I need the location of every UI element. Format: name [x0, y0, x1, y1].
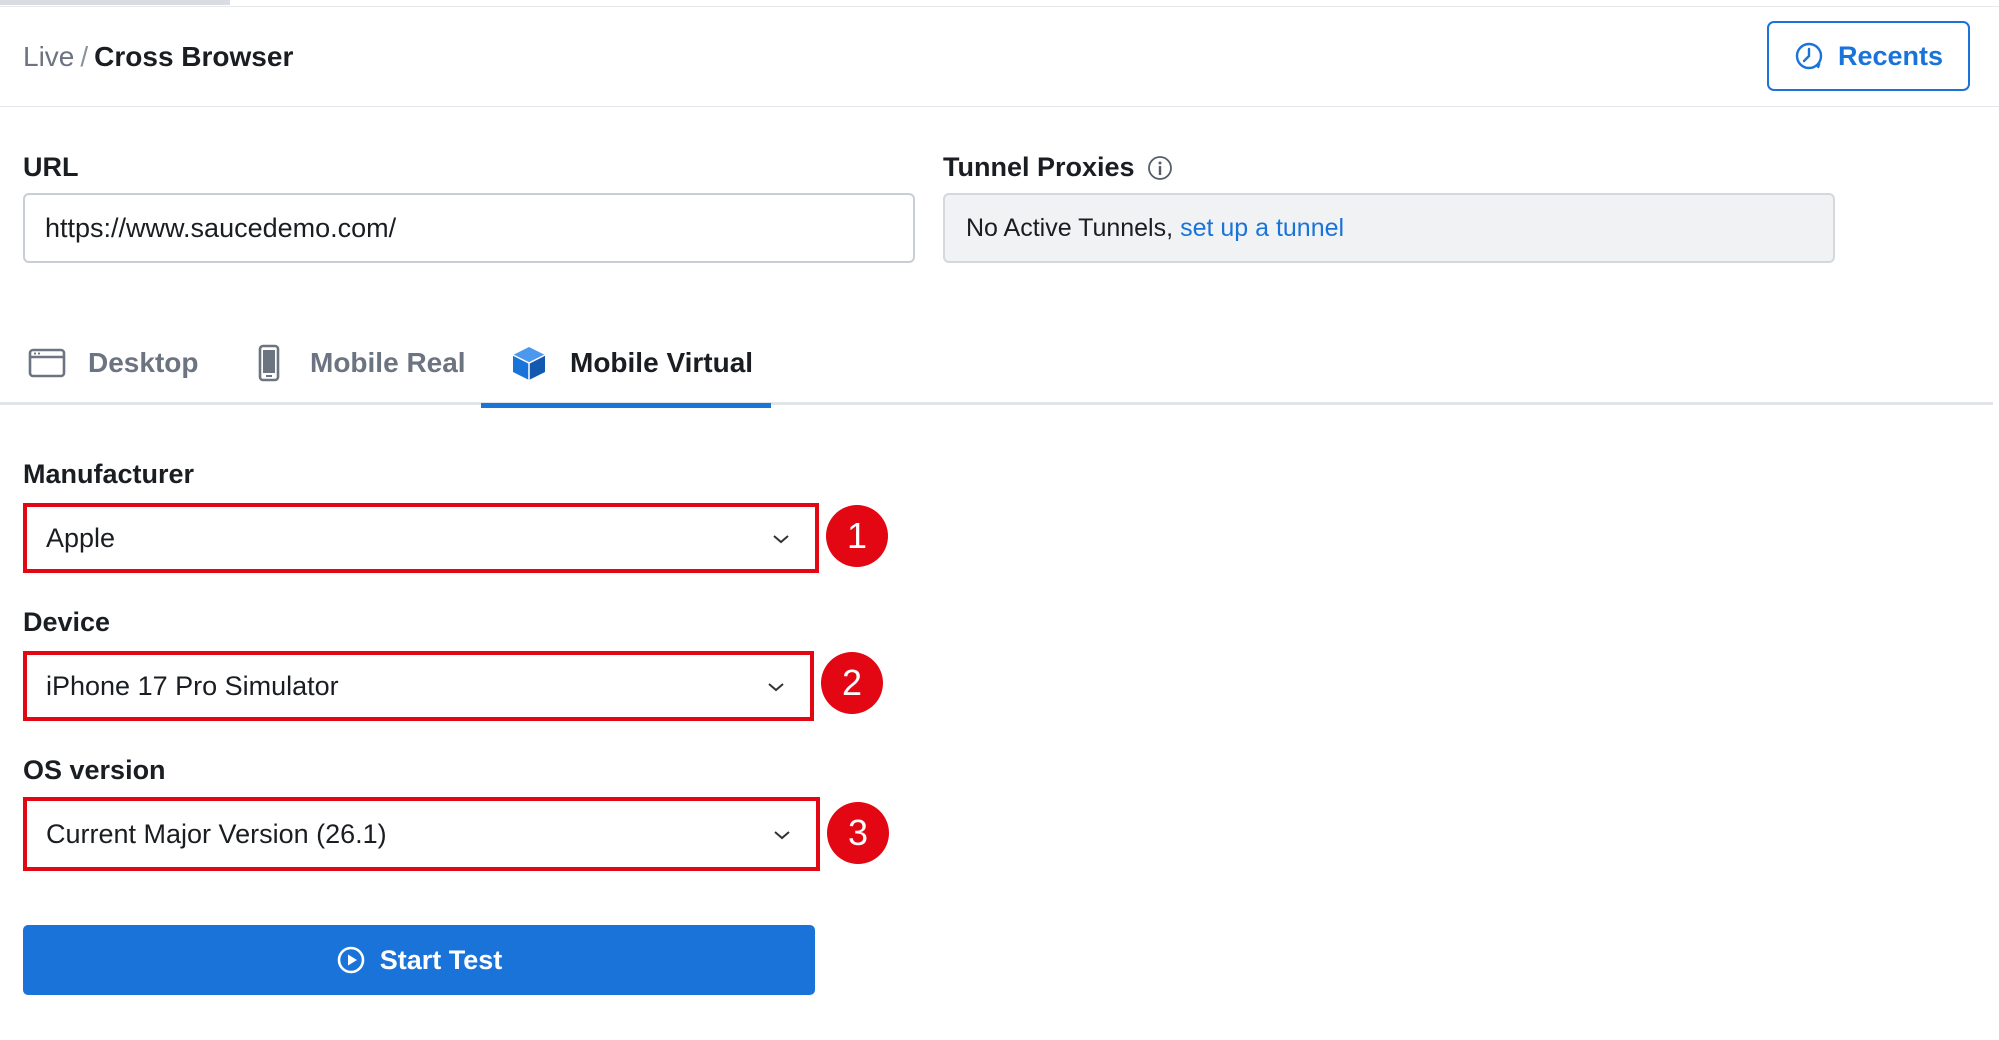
device-value: iPhone 17 Pro Simulator	[46, 670, 339, 701]
setup-tunnel-link[interactable]: set up a tunnel	[1180, 214, 1344, 243]
top-progress-strip	[0, 0, 1999, 7]
breadcrumb: Live / Cross Browser	[23, 41, 294, 73]
mobile-phone-icon	[258, 344, 280, 381]
tab-mobile-virtual-label: Mobile Virtual	[570, 346, 754, 378]
browser-window-icon	[28, 348, 66, 377]
manufacturer-select[interactable]: Apple	[23, 503, 819, 573]
annotation-badge-1: 1	[826, 505, 888, 567]
start-test-button[interactable]: Start Test	[23, 925, 815, 995]
tunnel-proxies-text: Tunnel Proxies	[943, 152, 1135, 182]
recents-label: Recents	[1837, 40, 1944, 71]
tab-mobile-real-label: Mobile Real	[310, 346, 466, 378]
tunnel-status-text: No Active Tunnels,	[966, 213, 1174, 242]
tab-desktop[interactable]: Desktop	[28, 320, 198, 405]
device-select[interactable]: iPhone 17 Pro Simulator	[23, 651, 814, 721]
device-label: Device	[23, 607, 111, 637]
tunnel-status-box: No Active Tunnels, set up a tunnel	[943, 193, 1835, 263]
chevron-down-icon	[774, 831, 790, 840]
recents-button[interactable]: Recents	[1767, 21, 1970, 91]
os-version-label: OS version	[23, 755, 166, 785]
chevron-down-icon	[773, 535, 789, 544]
os-version-select[interactable]: Current Major Version (26.1)	[23, 797, 820, 871]
breadcrumb-live-link[interactable]: Live	[23, 41, 74, 72]
manufacturer-label: Manufacturer	[23, 459, 195, 489]
device-type-tabs: Desktop Mobile Real Mobile Virtual	[0, 320, 1993, 408]
info-icon[interactable]	[1147, 155, 1173, 181]
annotation-badge-3: 3	[827, 802, 889, 864]
page-header: Live / Cross Browser Recents	[0, 7, 1999, 107]
tab-mobile-real[interactable]: Mobile Real	[250, 320, 466, 405]
breadcrumb-separator: /	[80, 41, 89, 72]
tab-mobile-virtual[interactable]: Mobile Virtual	[481, 320, 771, 408]
breadcrumb-current: Cross Browser	[94, 41, 294, 72]
cube-icon	[512, 346, 546, 380]
url-label: URL	[23, 152, 79, 182]
manufacturer-value: Apple	[46, 522, 116, 553]
chevron-down-icon	[768, 683, 784, 692]
tab-desktop-label: Desktop	[88, 346, 199, 378]
annotation-badge-2: 2	[821, 652, 883, 714]
history-clock-icon	[1795, 42, 1823, 70]
os-version-value: Current Major Version (26.1)	[46, 818, 387, 849]
tunnel-proxies-label: Tunnel Proxies	[943, 152, 1173, 183]
top-strip-segment	[0, 0, 230, 5]
url-input[interactable]	[23, 193, 915, 263]
start-test-label: Start Test	[379, 944, 503, 975]
play-circle-icon	[337, 946, 365, 974]
